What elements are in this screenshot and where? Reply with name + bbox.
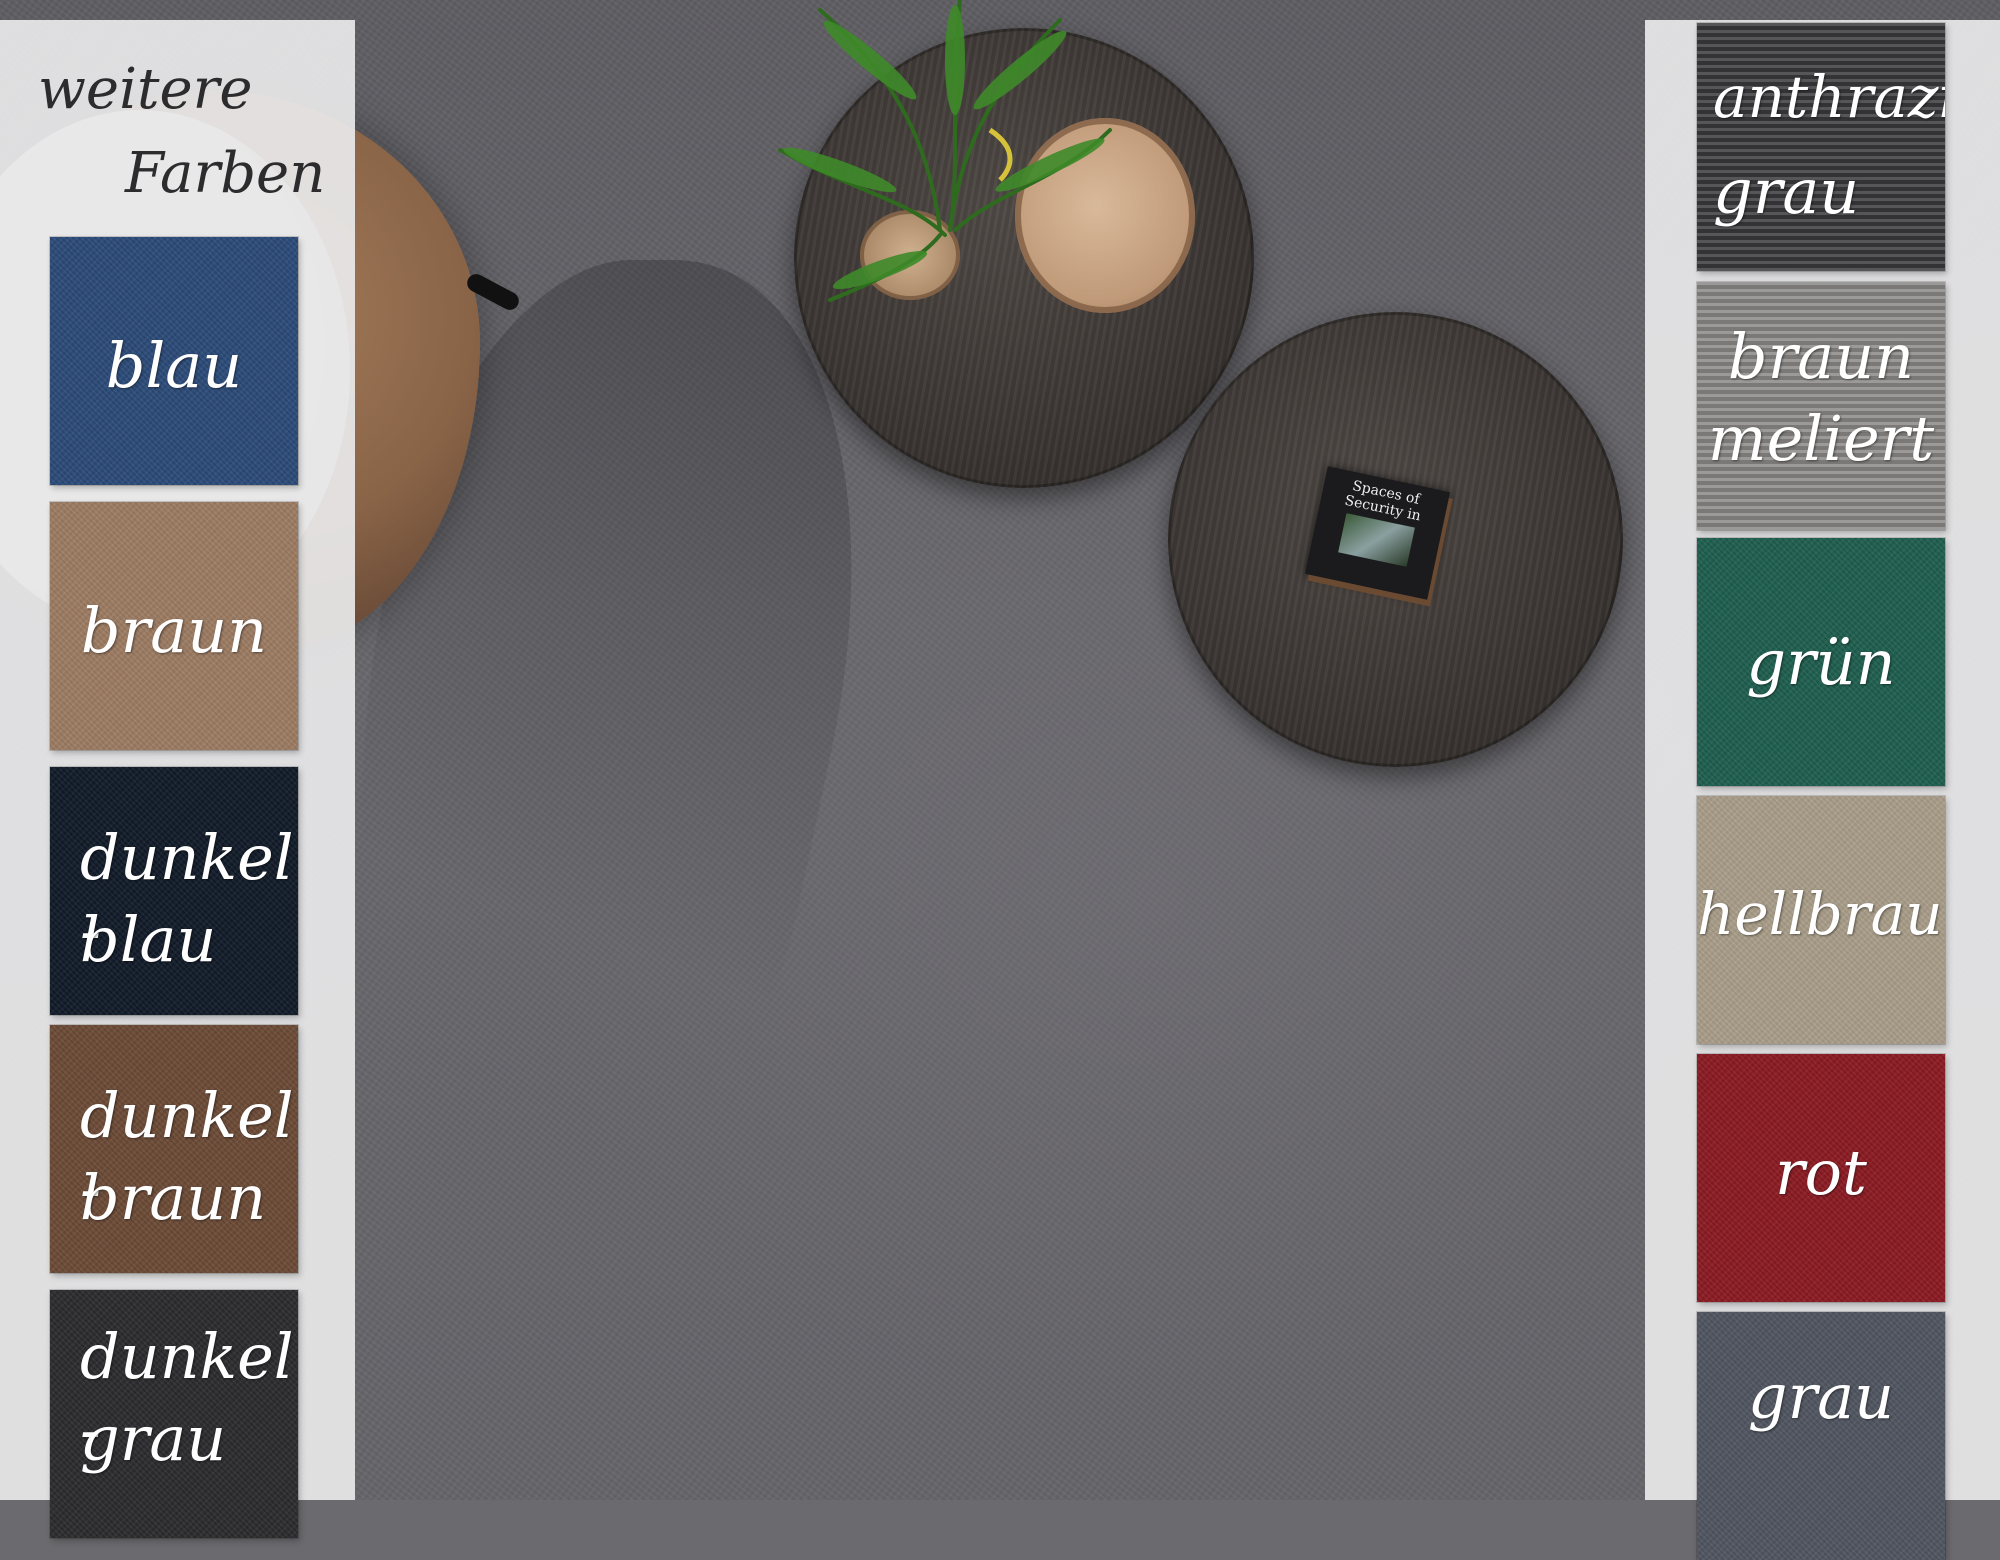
swatch-braun[interactable]: braun: [50, 502, 298, 750]
swatch-gruen[interactable]: grün: [1697, 538, 1945, 786]
right-color-panel: anthrazit grau braun meliert grün hellbr…: [1645, 20, 2000, 1560]
swatch-label-line-1: braun: [1727, 320, 1915, 393]
swatch-dunkelgrau[interactable]: dunkel - grau: [50, 1290, 298, 1538]
swatch-hellbraun[interactable]: hellbraun: [1697, 796, 1945, 1044]
swatch-grau[interactable]: grau: [1697, 1312, 1945, 1560]
swatch-label: grau: [1747, 1360, 1895, 1433]
swatch-blau[interactable]: blau: [50, 237, 298, 485]
swatch-label: rot: [1775, 1136, 1867, 1209]
swatch-dunkelbraun[interactable]: dunkel - braun: [50, 1025, 298, 1273]
swatch-label: braun: [80, 594, 268, 667]
swatch-label-line-2: grau: [1713, 155, 1860, 228]
swatch-label-line-2: meliert: [1707, 402, 1935, 475]
left-color-panel: weitere Farben blau braun dunkel - blau …: [0, 20, 355, 1538]
header-line-2: Farben: [125, 141, 326, 206]
swatch-label-line-2: grau: [80, 1402, 227, 1475]
swatch-label: grün: [1746, 626, 1896, 699]
swatch-label: hellbraun: [1697, 880, 1945, 948]
swatch-label-line-2: braun: [80, 1161, 267, 1234]
swatch-anthrazit-grau[interactable]: anthrazit grau: [1697, 23, 1945, 271]
swatch-dunkelblau[interactable]: dunkel - blau: [50, 767, 298, 1015]
header-line-1: weitere: [38, 57, 253, 122]
swatch-label: blau: [105, 329, 243, 402]
palm-plant: [778, 0, 1112, 302]
swatch-braun-meliert[interactable]: braun meliert: [1697, 282, 1945, 530]
swatch-label-line-2: blau: [80, 903, 217, 976]
swatch-label-line-1: anthrazit: [1713, 63, 1945, 131]
swatch-rot[interactable]: rot: [1697, 1054, 1945, 1302]
